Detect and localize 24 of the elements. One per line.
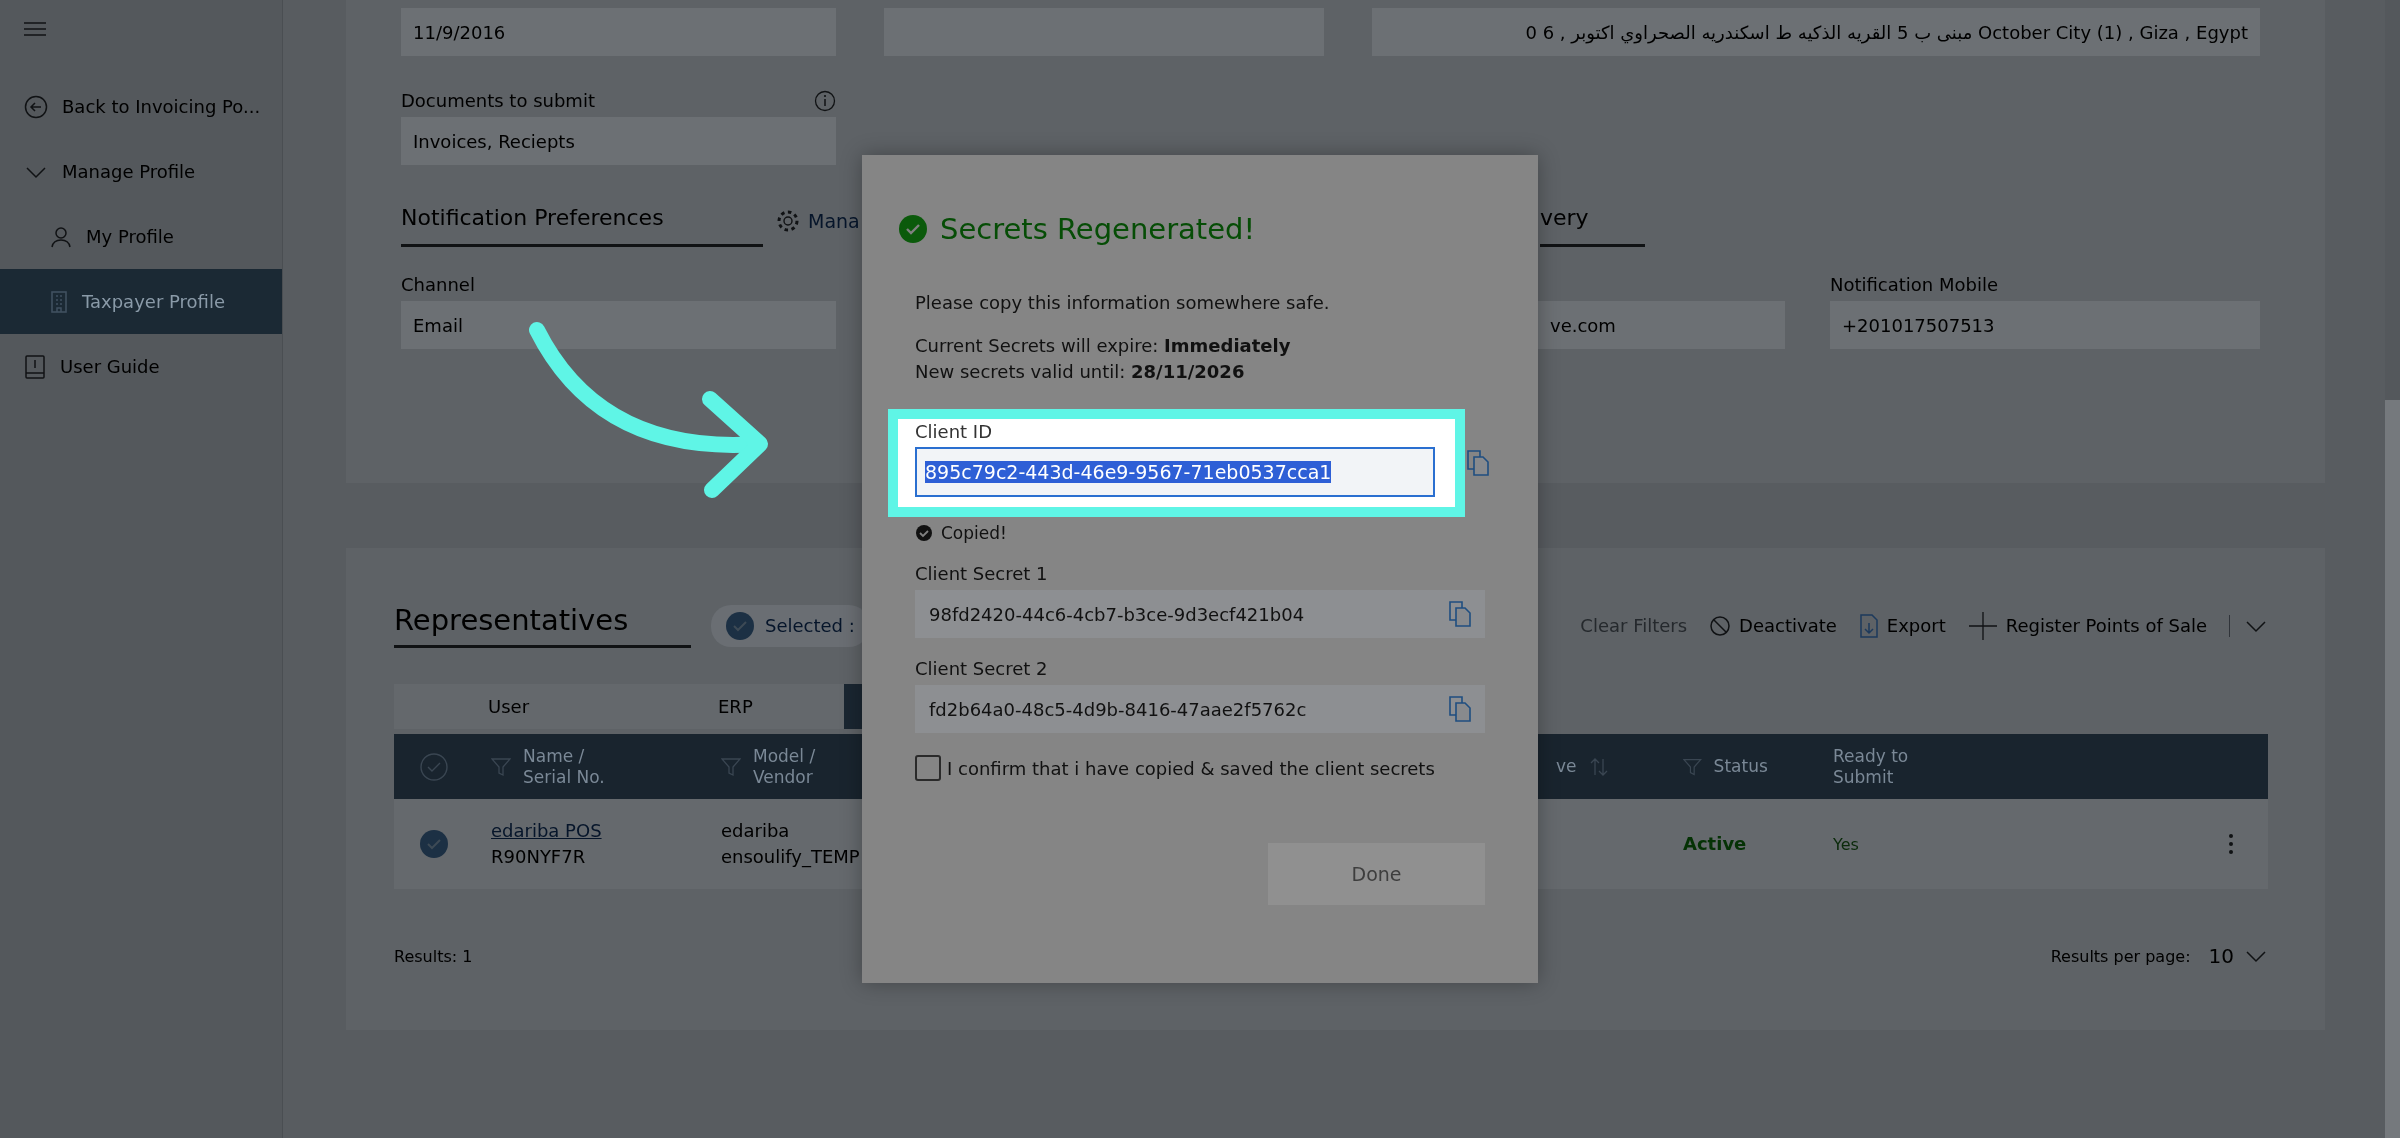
validity-text: New secrets valid until: 28/11/2026 (915, 360, 1246, 384)
status-text: Active (1683, 833, 1747, 854)
field-label: Notification Mobile (1830, 273, 2000, 297)
dialog-title: Secrets Regenerated! (940, 212, 1256, 246)
confirm-label: I confirm that i have copied & saved the client secrets (947, 757, 1435, 779)
table-cell: Yes (1833, 834, 1859, 854)
table-cell: R90NYF7R (491, 846, 586, 867)
section-title: Representatives (394, 603, 691, 648)
field-label: Channel (401, 273, 476, 297)
table-cell: edariba (721, 820, 790, 841)
instruction-text: Please copy this information somewhere safe. (915, 292, 1331, 313)
table-cell: ensoulify_TEMP (721, 846, 860, 867)
field-label: Client Secret 2 (915, 658, 1049, 679)
field-label: Client Secret 1 (915, 563, 1049, 584)
documents-field: Invoices, Reciepts (401, 117, 836, 165)
copied-message: Copied! (941, 523, 1007, 543)
field-label: Client ID (915, 421, 993, 443)
section-heading: Notification Preferences (401, 205, 763, 247)
per-page-label: Results per page: (2050, 946, 2191, 966)
address-field: October City (1) , Giza , Egypt مبنى ب 5 القريه الذكيه ط اسكندريه الصحراوي اكتوبر , 6 0 (1372, 8, 2260, 56)
expiry-text: Current Secrets will expire: Immediately (915, 334, 1292, 358)
field-label: Documents to submit (401, 89, 595, 113)
date-field: 11/9/2016 (401, 8, 836, 56)
results-count: Results: 1 (394, 946, 473, 966)
